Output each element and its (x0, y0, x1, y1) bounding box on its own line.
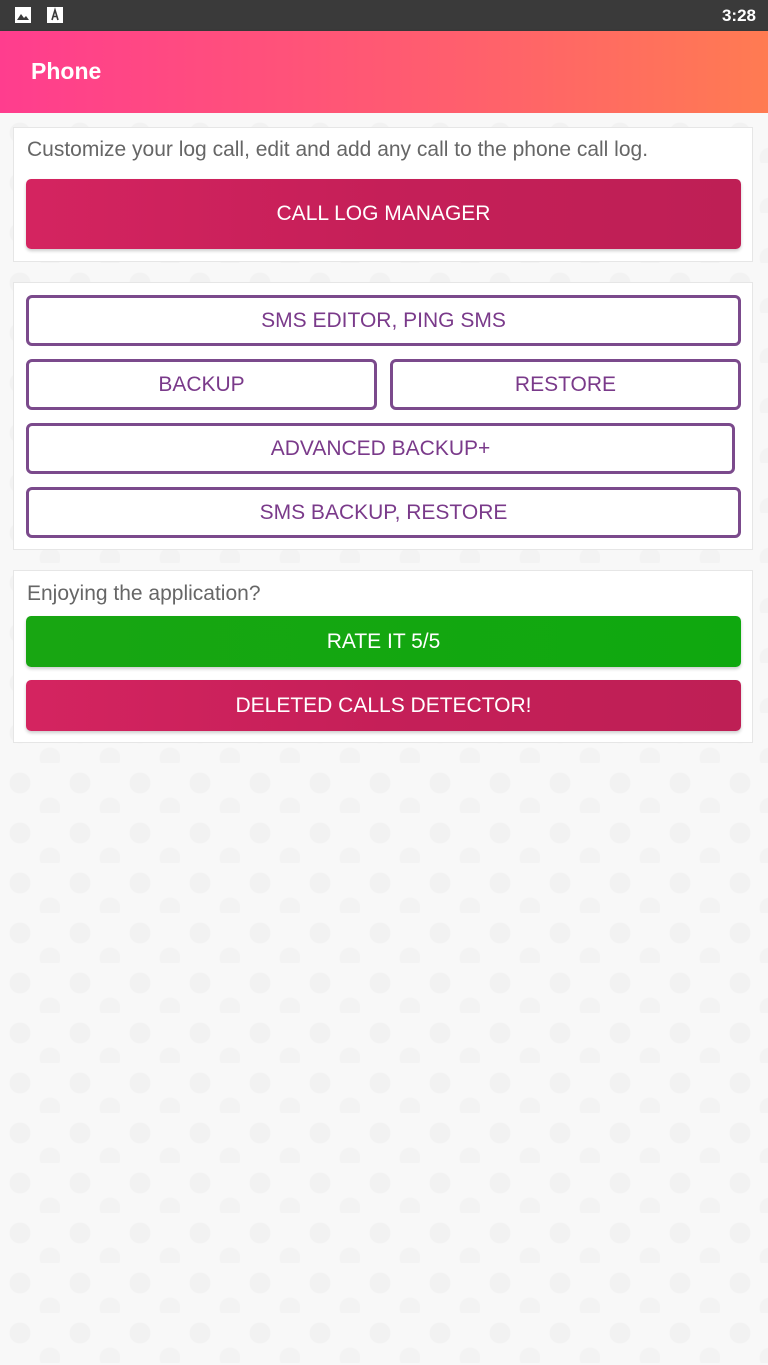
status-time: 3:28 (721, 6, 756, 25)
rate-button[interactable]: RATE IT 5/5 (26, 616, 741, 667)
app-title: Phone (31, 58, 102, 84)
restore-button[interactable]: RESTORE (390, 359, 741, 410)
image-icon (15, 7, 31, 23)
sms-backup-restore-button[interactable]: SMS BACKUP, RESTORE (26, 487, 741, 538)
rate-card: Enjoying the application? RATE IT 5/5 DE… (13, 570, 753, 743)
sms-editor-button[interactable]: SMS EDITOR, PING SMS (26, 295, 741, 346)
advanced-backup-button[interactable]: ADVANCED BACKUP+ (26, 423, 735, 474)
call-log-description: Customize your log call, edit and add an… (27, 138, 649, 161)
sms-backup-card: SMS EDITOR, PING SMS BACKUP RESTORE ADVA… (13, 282, 753, 550)
call-log-manager-button[interactable]: CALL LOG MANAGER (26, 179, 741, 249)
enjoying-prompt: Enjoying the application? (27, 582, 261, 605)
deleted-calls-detector-button[interactable]: DELETED CALLS DETECTOR! (26, 680, 741, 731)
main-content: Customize your log call, edit and add an… (0, 113, 768, 1365)
backup-button[interactable]: BACKUP (26, 359, 377, 410)
call-log-card: Customize your log call, edit and add an… (13, 127, 753, 262)
text-a-icon (47, 7, 63, 23)
status-bar: 3:28 (0, 0, 768, 31)
app-bar: Phone (0, 31, 768, 113)
